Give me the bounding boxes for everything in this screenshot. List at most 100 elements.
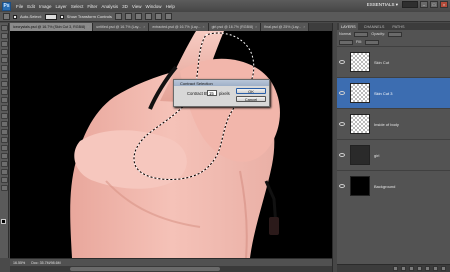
eyedropper-tool-icon[interactable] — [1, 65, 8, 71]
lasso-tool-icon[interactable] — [1, 41, 8, 47]
cancel-button[interactable]: Cancel — [236, 96, 266, 102]
zoom-tool-icon[interactable] — [1, 185, 8, 191]
tab-channels[interactable]: CHANNELS — [362, 25, 387, 29]
pen-tool-icon[interactable] — [1, 137, 8, 143]
align-bottom-icon[interactable] — [134, 13, 142, 20]
zoom-level[interactable]: 16.55% — [13, 261, 25, 265]
layer-thumbnail — [350, 145, 370, 165]
eye-icon[interactable] — [339, 184, 345, 188]
pixels-unit-label: pixels — [219, 91, 230, 96]
align-left-icon[interactable] — [144, 13, 152, 20]
gradient-tool-icon[interactable] — [1, 113, 8, 119]
toolbox — [0, 23, 9, 258]
blur-tool-icon[interactable] — [1, 121, 8, 127]
menu-view[interactable]: View — [130, 4, 144, 9]
blend-mode-select[interactable]: Normal — [339, 32, 351, 36]
menu-window[interactable]: Window — [144, 4, 164, 9]
layer-row[interactable]: girl — [337, 139, 450, 170]
eye-icon[interactable] — [339, 91, 345, 95]
document-canvas[interactable] — [10, 31, 332, 258]
align-center-icon[interactable] — [154, 13, 162, 20]
layer-row[interactable]: Skin Cut — [337, 46, 450, 77]
menu-right-controls: ESSENTIALS ▾ – □ × — [365, 1, 448, 8]
photoshop-logo: Ps — [2, 1, 11, 11]
dodge-tool-icon[interactable] — [1, 129, 8, 135]
align-right-icon[interactable] — [164, 13, 172, 20]
ok-button[interactable]: OK — [236, 88, 266, 94]
minimize-icon[interactable]: – — [420, 1, 428, 8]
auto-select-checkbox[interactable] — [13, 14, 17, 19]
tab-close-icon[interactable]: × — [202, 25, 204, 29]
quick-select-tool-icon[interactable] — [1, 49, 8, 55]
layer-row[interactable]: Inside of body — [337, 108, 450, 139]
transform-controls-checkbox[interactable] — [59, 14, 64, 19]
eye-icon[interactable] — [339, 60, 345, 64]
new-layer-icon[interactable] — [433, 266, 438, 271]
workspace-switcher[interactable]: ESSENTIALS ▾ — [365, 2, 400, 8]
close-icon[interactable]: × — [440, 1, 448, 8]
tab-close-icon[interactable]: × — [87, 25, 89, 29]
fill-field[interactable] — [364, 39, 379, 45]
layer-row-selected[interactable]: Skin Cut 3 — [337, 77, 450, 108]
contract-by-input[interactable]: 15 — [207, 90, 217, 96]
eye-icon[interactable] — [339, 122, 345, 126]
menu-layer[interactable]: Layer — [54, 4, 69, 9]
align-top-icon[interactable] — [114, 13, 122, 20]
align-middle-icon[interactable] — [124, 13, 132, 20]
layer-name: Skin Cut — [374, 59, 390, 65]
menu-3d[interactable]: 3D — [120, 4, 130, 9]
marquee-tool-icon[interactable] — [1, 33, 8, 39]
lock-icons[interactable] — [339, 39, 353, 45]
add-mask-icon[interactable] — [409, 266, 414, 271]
trash-icon[interactable] — [441, 266, 446, 271]
tab-document-2[interactable]: untitled.psd @ 16.7% (Lay... × — [93, 23, 150, 31]
maximize-icon[interactable]: □ — [430, 1, 438, 8]
link-layers-icon[interactable] — [393, 266, 398, 271]
scrollbar-thumb[interactable] — [70, 267, 220, 271]
tab-close-icon[interactable]: × — [303, 25, 305, 29]
menu-image[interactable]: Image — [37, 4, 54, 9]
eraser-tool-icon[interactable] — [1, 105, 8, 111]
blend-mode-dropdown[interactable] — [354, 31, 369, 37]
type-tool-icon[interactable] — [1, 145, 8, 151]
move-tool-preset-icon[interactable] — [3, 13, 10, 20]
tab-close-icon[interactable]: × — [143, 25, 145, 29]
shape-tool-icon[interactable] — [1, 161, 8, 167]
menu-file[interactable]: File — [14, 4, 25, 9]
move-tool-icon[interactable] — [1, 25, 8, 31]
tab-paths[interactable]: PATHS — [390, 25, 406, 29]
menu-help[interactable]: Help — [164, 4, 177, 9]
healing-brush-tool-icon[interactable] — [1, 73, 8, 79]
tab-document-1[interactable]: icecrystals.psd @ 16.7% (Skin Cut 3, RGB… — [10, 23, 94, 31]
tab-document-4[interactable]: girl.psd @ 16.7% (RGB/8) × — [208, 23, 262, 31]
contract-selection-dialog: Contract Selection Contract By: 15 pixel… — [173, 79, 270, 107]
path-select-tool-icon[interactable] — [1, 153, 8, 159]
tab-label: extracted.psd @ 16.7% (Lay... — [152, 25, 201, 29]
help-search-input[interactable] — [402, 1, 418, 8]
tab-document-5[interactable]: final.psd @ 25% (Lay... × — [261, 23, 310, 31]
auto-select-dropdown[interactable] — [44, 13, 57, 20]
history-brush-tool-icon[interactable] — [1, 97, 8, 103]
horizontal-scrollbar[interactable] — [10, 266, 332, 272]
menu-edit[interactable]: Edit — [25, 4, 37, 9]
adjustment-layer-icon[interactable] — [417, 266, 422, 271]
tab-close-icon[interactable]: × — [255, 25, 257, 29]
eye-icon[interactable] — [339, 153, 345, 157]
menu-analysis[interactable]: Analysis — [99, 4, 120, 9]
tab-layers[interactable]: LAYERS — [339, 23, 358, 30]
opacity-field[interactable] — [388, 31, 403, 37]
new-group-icon[interactable] — [425, 266, 430, 271]
foreground-color-swatch[interactable] — [1, 219, 6, 224]
brush-tool-icon[interactable] — [1, 81, 8, 87]
3d-rotate-tool-icon[interactable] — [1, 169, 8, 175]
layer-row[interactable]: Background — [337, 170, 450, 201]
tab-document-3[interactable]: extracted.psd @ 16.7% (Lay... × — [149, 23, 209, 31]
hand-tool-icon[interactable] — [1, 177, 8, 183]
crop-tool-icon[interactable] — [1, 57, 8, 63]
clone-stamp-tool-icon[interactable] — [1, 89, 8, 95]
tab-label: girl.psd @ 16.7% (RGB/8) — [211, 25, 254, 29]
menu-select[interactable]: Select — [69, 4, 86, 9]
tab-label: icecrystals.psd @ 16.7% (Skin Cut 3, RGB… — [13, 25, 86, 29]
layer-style-icon[interactable] — [401, 266, 406, 271]
menu-filter[interactable]: Filter — [85, 4, 99, 9]
